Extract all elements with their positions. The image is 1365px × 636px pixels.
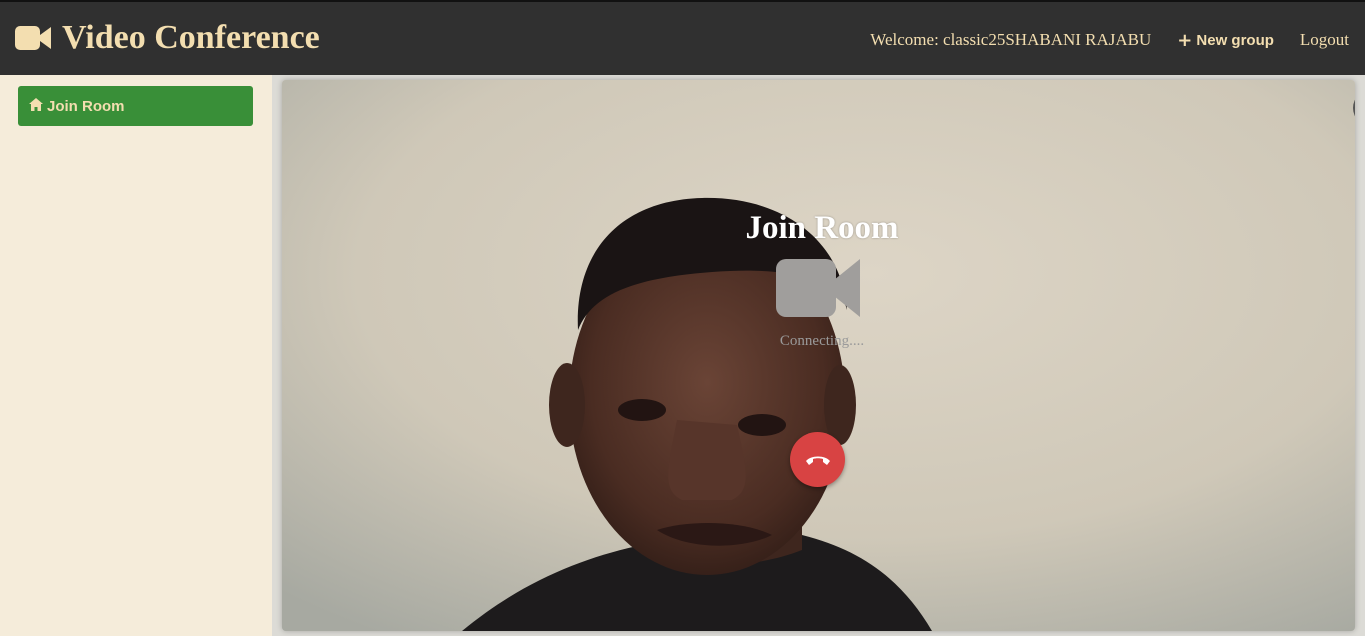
video-camera-icon — [15, 26, 51, 50]
brand[interactable]: Video Conference — [14, 18, 320, 58]
app-title: Video Conference — [62, 19, 320, 56]
welcome-text: Welcome: classic25SHABANI RAJABU — [870, 30, 1152, 49]
sidebar-item-join-room[interactable]: Join Room — [18, 86, 253, 126]
home-icon — [29, 97, 43, 111]
logout-link[interactable]: Logout — [1300, 30, 1349, 50]
sidebar: Join Room — [0, 75, 272, 636]
new-group-button[interactable]: + New group — [1177, 29, 1274, 51]
main-panel: Join Room Connecting.... — [272, 75, 1365, 636]
connection-status: Connecting.... — [779, 333, 865, 349]
video-feed: Join Room Connecting.... — [282, 80, 1355, 631]
video-camera-icon — [776, 259, 860, 317]
phone-hangup-icon — [805, 456, 830, 465]
video-participant-image — [282, 80, 1355, 631]
call-title: Join Room — [745, 210, 899, 246]
sidebar-item-label: Join Room — [47, 97, 125, 115]
new-group-label: New group — [1196, 31, 1274, 49]
hangup-button[interactable] — [790, 432, 845, 487]
top-navbar: Video Conference Welcome: classic25SHABA… — [0, 0, 1365, 75]
plus-icon: + — [1177, 29, 1193, 51]
nav-right: Welcome: classic25SHABANI RAJABU + New g… — [870, 30, 1349, 50]
